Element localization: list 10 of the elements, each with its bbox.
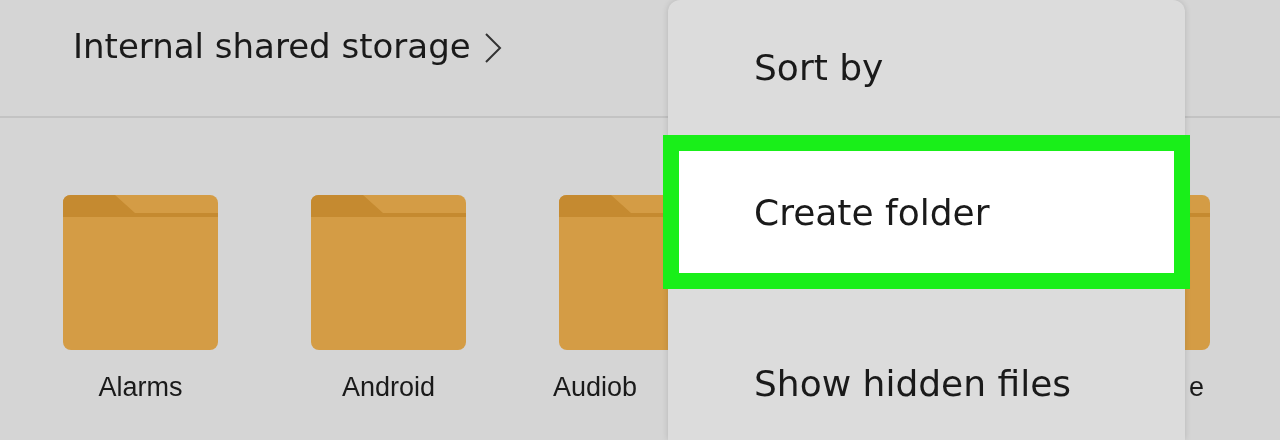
folder-name: Alarms (98, 372, 183, 403)
breadcrumb[interactable]: Internal shared storage (73, 26, 471, 66)
menu-item[interactable]: Show hidden files (668, 289, 1185, 440)
folder-name: e (1188, 372, 1204, 403)
menu-item[interactable]: Create folder (663, 134, 1190, 290)
folder-icon[interactable] (311, 195, 466, 350)
folder-name: Android (341, 372, 436, 403)
menu-item[interactable]: Sort by (668, 0, 1185, 135)
folder-name: Audiob (553, 372, 638, 403)
folder-icon[interactable] (63, 195, 218, 350)
